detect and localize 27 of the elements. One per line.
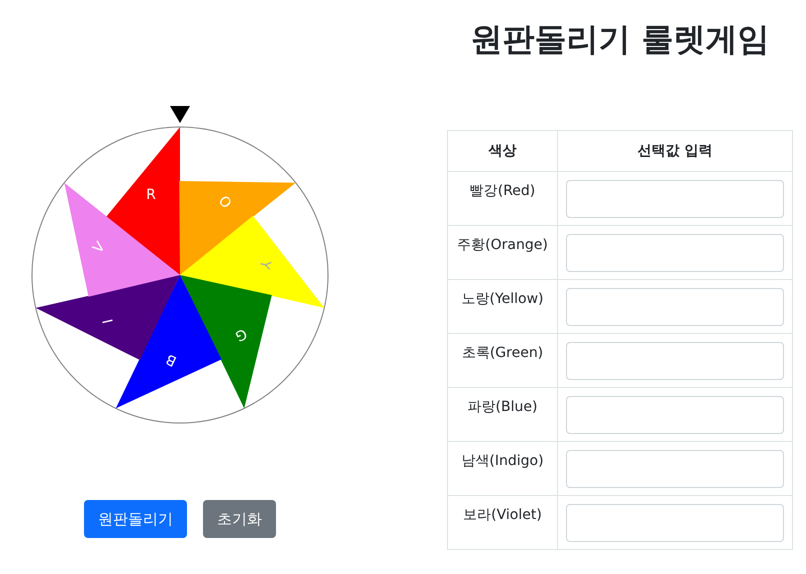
- column-header: 색상: [448, 130, 558, 172]
- value-input-field[interactable]: [566, 342, 784, 380]
- color-name-cell: 보라(Violet): [448, 496, 558, 550]
- pointer-icon: [170, 106, 190, 123]
- value-input-field[interactable]: [566, 234, 784, 272]
- value-input-field[interactable]: [566, 288, 784, 326]
- segment-label: B: [164, 350, 180, 369]
- value-input-field[interactable]: [566, 504, 784, 542]
- page-title: 원판돌리기 룰렛게임: [470, 19, 770, 60]
- color-name-cell: 남색(Indigo): [448, 442, 558, 496]
- segment-label: I: [100, 317, 117, 325]
- reset-button[interactable]: 초기화: [203, 500, 276, 538]
- color-name-cell: 노랑(Yellow): [448, 280, 558, 334]
- spin-button[interactable]: 원판돌리기: [84, 500, 187, 538]
- value-input-field[interactable]: [566, 180, 784, 218]
- color-name-cell: 초록(Green): [448, 334, 558, 388]
- segment-label: V: [90, 239, 109, 257]
- column-header: 선택값 입력: [558, 130, 792, 172]
- color-name-cell: 파랑(Blue): [448, 388, 558, 442]
- segment-label: Y: [256, 258, 274, 270]
- color-name-cell: 주황(Orange): [448, 226, 558, 280]
- value-input-field[interactable]: [566, 396, 784, 434]
- segment-label: O: [214, 193, 234, 212]
- value-input-field[interactable]: [566, 450, 784, 488]
- segment-label: G: [232, 324, 250, 344]
- color-name-cell: 빨강(Red): [448, 172, 558, 226]
- segment-label: R: [146, 187, 156, 203]
